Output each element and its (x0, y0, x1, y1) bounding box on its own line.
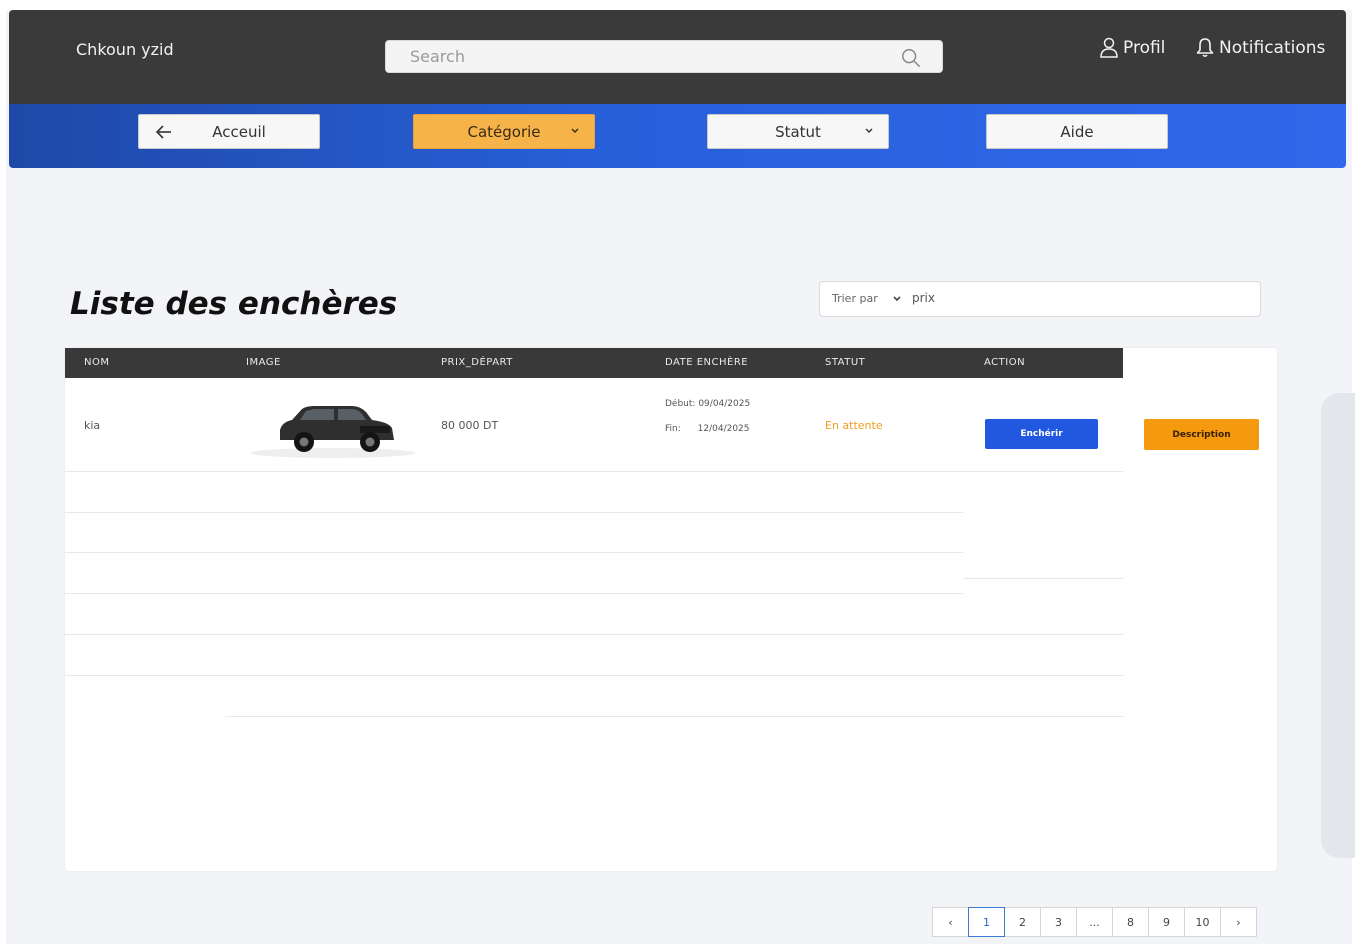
column-header: PRIX_DÉPART (441, 357, 513, 368)
start-date-label: Début: (665, 399, 696, 409)
page-button[interactable]: 8 (1112, 907, 1149, 937)
row-divider (65, 552, 963, 553)
page-button[interactable]: 2 (1004, 907, 1041, 937)
column-header: DATE ENCHÈRE (665, 357, 749, 368)
nav-bar: Acceuil Catégorie Statut Aide (9, 104, 1346, 168)
row-divider (65, 675, 1123, 676)
sort-value: prix (912, 291, 935, 305)
prev-page-button[interactable]: ‹ (932, 907, 969, 937)
sort-select[interactable]: Trier par prix (819, 281, 1261, 317)
home-button[interactable]: Acceuil (138, 114, 320, 149)
row-divider (65, 593, 963, 594)
auction-start-date: Début: 09/04/2025 (665, 399, 750, 409)
help-button[interactable]: Aide (986, 114, 1168, 149)
user-icon (1100, 37, 1118, 58)
table-row: kia 80 000 DT Début: 09/04/2025 Fin: 12/… (65, 378, 1277, 471)
notifications-link[interactable]: Notifications (1195, 37, 1325, 59)
status-dropdown[interactable]: Statut (707, 114, 889, 149)
row-divider (65, 512, 963, 513)
top-bar: Chkoun yzid Search Profil Notifications (9, 10, 1346, 104)
column-header: ACTION (984, 357, 1026, 368)
page-ellipsis: ... (1076, 907, 1113, 937)
arrow-left-icon (155, 125, 171, 139)
pagination: ‹ 1 2 3 ... 8 9 10 › (932, 907, 1257, 937)
search-input[interactable]: Search (385, 40, 943, 73)
profile-link[interactable]: Profil (1099, 37, 1165, 59)
chevron-down-icon (865, 128, 873, 133)
column-header: STATUT (825, 357, 866, 368)
profile-label: Profil (1123, 38, 1166, 58)
auction-end-date: Fin: 12/04/2025 (665, 424, 750, 434)
category-label: Catégorie (467, 122, 541, 141)
sort-label: Trier par (832, 292, 878, 305)
page-button[interactable]: 10 (1184, 907, 1221, 937)
home-label: Acceuil (212, 122, 266, 141)
search-placeholder: Search (410, 47, 465, 66)
end-date-label: Fin: (665, 424, 681, 434)
table-header: NOM IMAGE PRIX_DÉPART DATE ENCHÈRE STATU… (65, 348, 1123, 378)
chevron-down-icon (893, 296, 901, 302)
row-divider (225, 716, 1123, 717)
search-icon[interactable] (900, 47, 922, 69)
status-label: Statut (775, 122, 821, 141)
page-button[interactable]: 1 (968, 907, 1005, 937)
brand-name: Chkoun yzid (76, 40, 174, 59)
notifications-label: Notifications (1219, 38, 1326, 58)
auction-price: 80 000 DT (441, 419, 499, 432)
bid-button[interactable]: Enchérir (985, 419, 1098, 449)
next-page-button[interactable]: › (1220, 907, 1257, 937)
bell-icon (1196, 38, 1214, 58)
side-scrollbar[interactable] (1321, 393, 1355, 858)
page-button[interactable]: 9 (1148, 907, 1185, 937)
description-button[interactable]: Description (1144, 419, 1259, 450)
row-divider (65, 471, 1123, 472)
auction-name: kia (84, 419, 101, 432)
column-header: NOM (84, 357, 110, 368)
chevron-down-icon (571, 128, 579, 133)
category-dropdown[interactable]: Catégorie (413, 114, 595, 149)
page-title: Liste des enchères (70, 286, 398, 322)
column-header: IMAGE (246, 357, 281, 368)
app-frame: Chkoun yzid Search Profil Notifications (6, 10, 1355, 944)
start-date-value: 09/04/2025 (698, 399, 751, 409)
row-divider (963, 578, 1123, 579)
status-badge: En attente (825, 419, 883, 432)
help-label: Aide (1060, 122, 1094, 141)
page-button[interactable]: 3 (1040, 907, 1077, 937)
row-divider (65, 634, 1123, 635)
car-image (251, 406, 415, 458)
auction-table: NOM IMAGE PRIX_DÉPART DATE ENCHÈRE STATU… (65, 348, 1277, 871)
end-date-value: 12/04/2025 (697, 424, 750, 434)
